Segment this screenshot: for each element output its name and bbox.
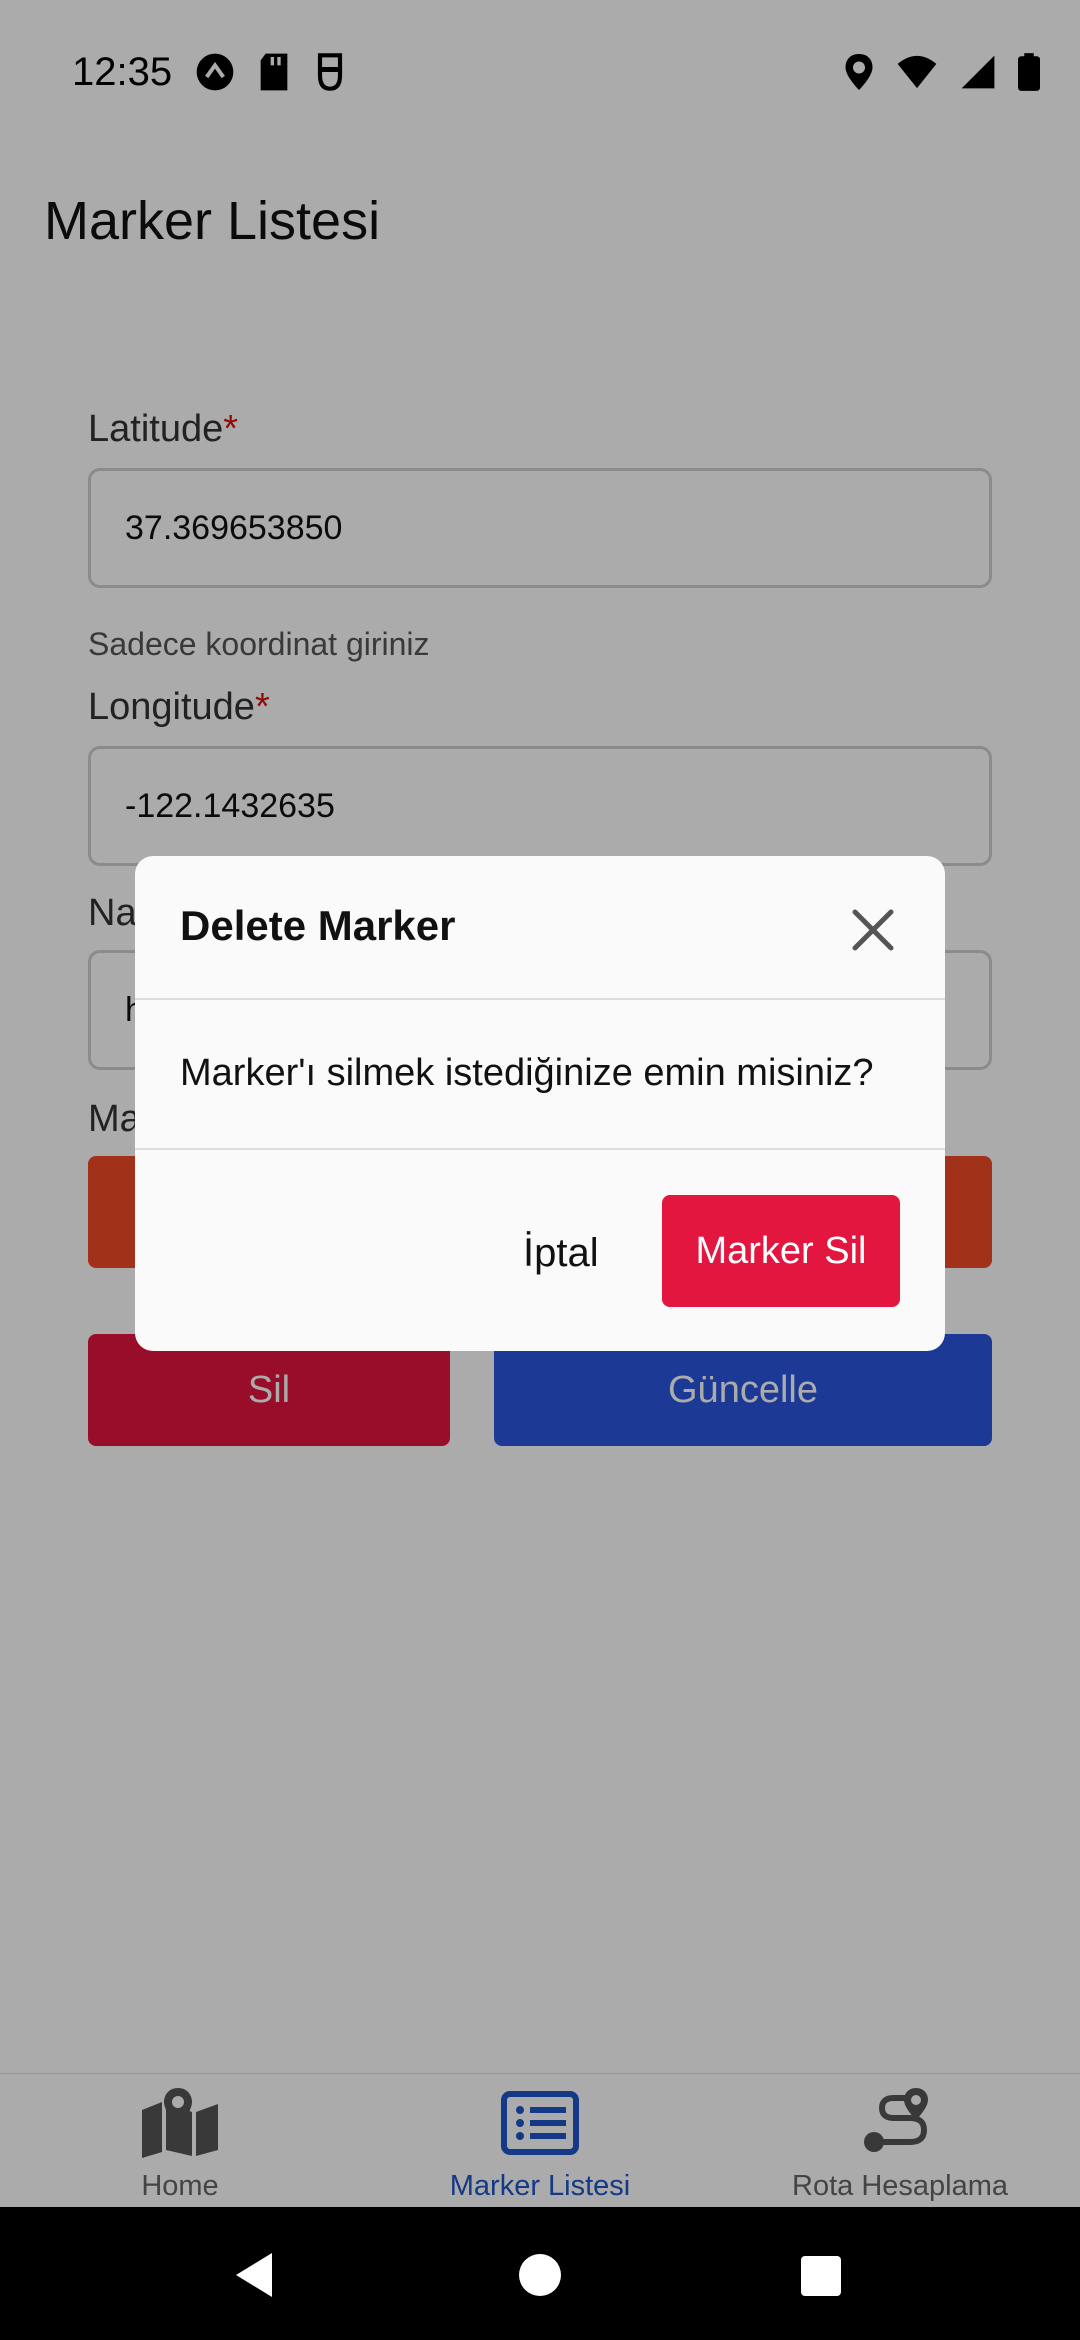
dialog-title: Delete Marker: [180, 902, 456, 949]
system-nav-bar: [0, 2207, 1080, 2340]
home-icon[interactable]: [518, 2253, 562, 2297]
delete-marker-dialog: Delete Marker Marker'ı silmek istediğini…: [135, 856, 945, 1351]
recents-icon[interactable]: [800, 2255, 842, 2297]
dialog-divider-top: [135, 998, 945, 1000]
back-icon[interactable]: [232, 2251, 276, 2299]
dialog-message: Marker'ı silmek istediğinize emin misini…: [180, 1052, 874, 1094]
cancel-button[interactable]: İptal: [523, 1231, 599, 1276]
dialog-divider-bottom: [135, 1148, 945, 1150]
confirm-delete-button[interactable]: Marker Sil: [662, 1195, 900, 1307]
close-icon[interactable]: [851, 908, 895, 952]
